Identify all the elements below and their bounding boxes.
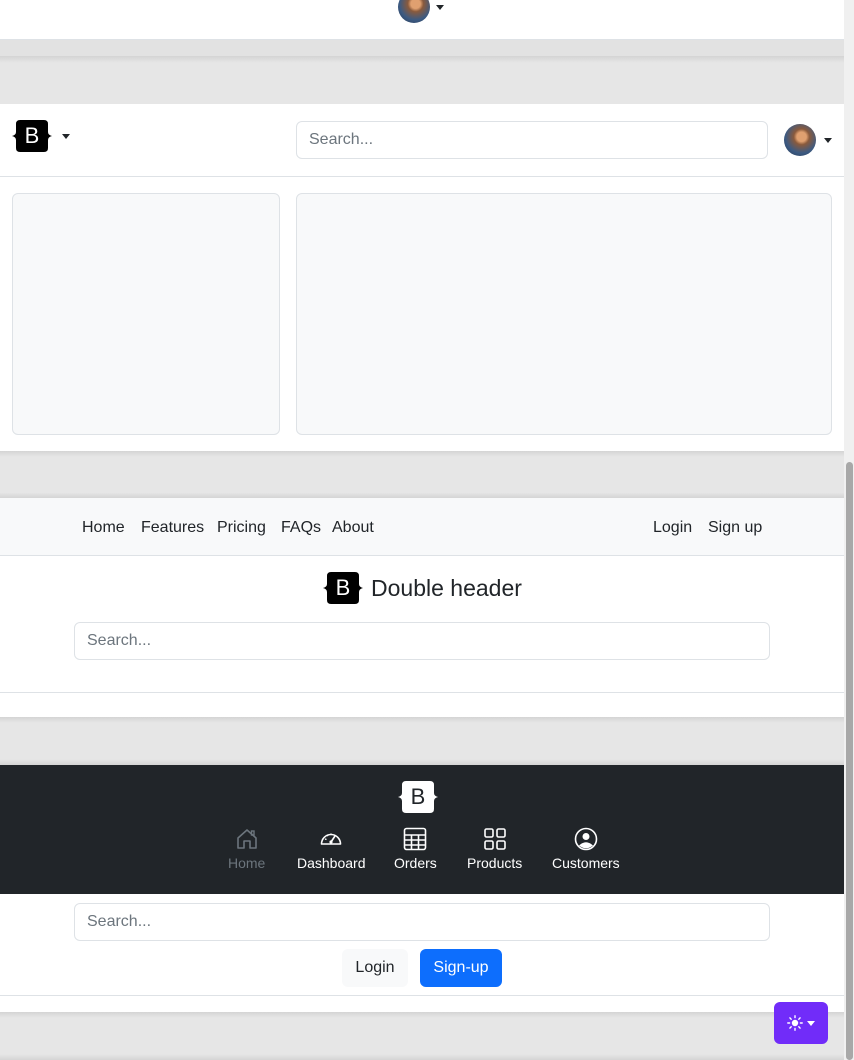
user-avatar[interactable]: [784, 124, 816, 156]
nav-item-label: Orders: [394, 855, 437, 871]
dark-header-section: B Home Dashboard Orders Products Custome…: [0, 765, 844, 1012]
search-input[interactable]: [74, 903, 770, 941]
table-icon: [404, 827, 427, 851]
nav-link-pricing[interactable]: Pricing: [217, 518, 266, 537]
caret-down-icon: [807, 1020, 815, 1026]
divider-line: [0, 995, 844, 996]
nav-item-home[interactable]: Home: [228, 827, 265, 871]
page-scrollbar[interactable]: [844, 0, 854, 1060]
double-header-section: Home Features Pricing FAQs About Login S…: [0, 498, 844, 717]
user-dropdown[interactable]: [398, 0, 444, 23]
top-nav: Home Features Pricing FAQs About Login S…: [0, 498, 844, 556]
nav-item-orders[interactable]: Orders: [394, 827, 437, 871]
nav-item-label: Home: [228, 855, 266, 871]
nav-link-features[interactable]: Features: [141, 518, 204, 537]
app-header: B: [0, 104, 844, 177]
signup-button[interactable]: Sign-up: [420, 949, 502, 987]
nav-item-customers[interactable]: Customers: [552, 827, 620, 871]
user-avatar[interactable]: [398, 0, 430, 23]
content-placeholder: [296, 193, 832, 435]
nav-link-faqs[interactable]: FAQs: [281, 518, 321, 537]
nav-link-signup[interactable]: Sign up: [708, 518, 762, 537]
home-icon: [236, 829, 257, 849]
dark-navbar: B Home Dashboard Orders Products Custome…: [0, 765, 844, 894]
section-divider: [0, 1012, 844, 1060]
search-input[interactable]: [296, 121, 768, 159]
nav-item-label: Products: [467, 855, 523, 871]
bootstrap-logo-icon[interactable]: B: [398, 781, 438, 813]
logo-letter: B: [410, 784, 426, 809]
divider-line: [0, 692, 844, 693]
logo-letter: B: [24, 123, 40, 148]
bootstrap-logo-icon[interactable]: B: [12, 120, 52, 152]
sun-icon: [787, 1015, 803, 1031]
grid-icon: [483, 828, 506, 850]
page: B Home Features Pricing FAQs About Login…: [0, 0, 844, 1060]
speedometer-icon: [320, 833, 342, 845]
nav-link-login[interactable]: Login: [653, 518, 692, 537]
nav-link-home[interactable]: Home: [82, 518, 125, 537]
nav-item-dashboard[interactable]: Dashboard: [297, 827, 366, 871]
logo-letter: B: [335, 575, 351, 600]
brand-title[interactable]: B Double header: [323, 572, 522, 604]
nav-link-about[interactable]: About: [332, 518, 374, 537]
nav-item-label: Dashboard: [297, 855, 366, 871]
login-button[interactable]: Login: [342, 949, 408, 987]
page-title: Double header: [371, 574, 522, 601]
sidebar-placeholder: [12, 193, 280, 435]
nav-item-label: Customers: [552, 855, 620, 871]
user-dropdown[interactable]: [784, 124, 832, 156]
brand-dropdown[interactable]: B: [12, 120, 70, 152]
scrollbar-thumb[interactable]: [846, 462, 853, 1060]
section-divider: [0, 451, 844, 498]
bootstrap-logo-icon: B: [323, 572, 363, 604]
header-section-partial: [0, 0, 844, 40]
section-divider: [0, 717, 844, 765]
caret-down-icon: [62, 133, 70, 139]
caret-down-icon: [436, 4, 444, 10]
search-input[interactable]: [74, 622, 770, 660]
app-header-section: B: [0, 104, 844, 451]
person-circle-icon: [574, 827, 598, 851]
nav-item-products[interactable]: Products: [467, 827, 522, 871]
caret-down-icon: [824, 137, 832, 143]
theme-toggle-button[interactable]: [774, 1002, 828, 1044]
